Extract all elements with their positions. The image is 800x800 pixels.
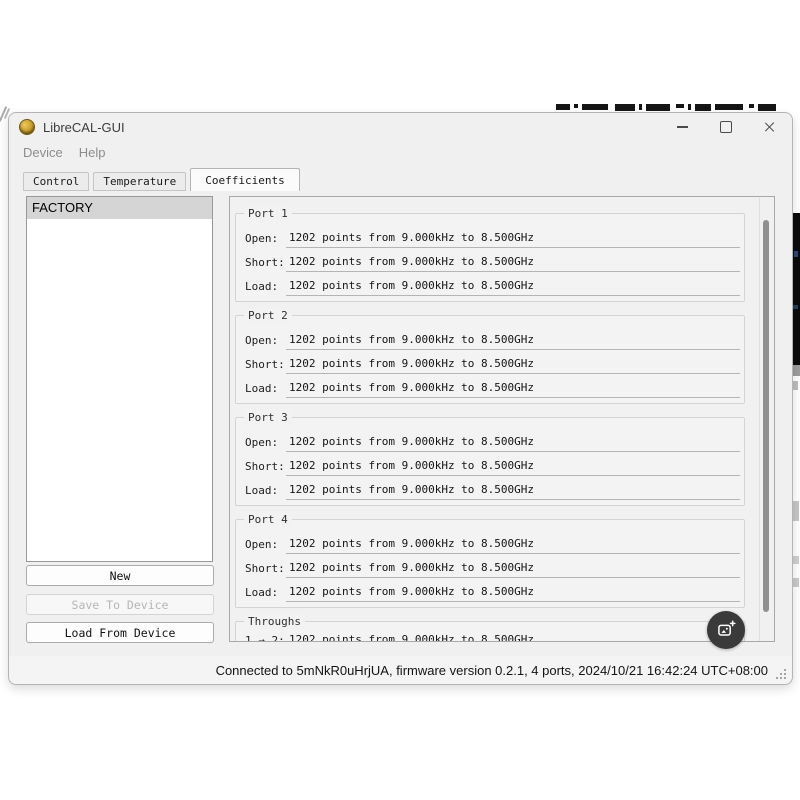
coefficient-value: 1202 points from 9.000kHz to 8.500GHz bbox=[286, 561, 740, 578]
coefficient-value: 1202 points from 9.000kHz to 8.500GHz bbox=[286, 381, 740, 398]
maximize-icon bbox=[720, 121, 732, 133]
coefficient-value: 1202 points from 9.000kHz to 8.500GHz bbox=[286, 483, 740, 500]
coefficient-value: 1202 points from 9.000kHz to 8.500GHz bbox=[286, 435, 740, 452]
tab-coefficients[interactable]: Coefficients bbox=[190, 168, 300, 191]
background-window-artifact bbox=[793, 556, 799, 564]
coefficient-row: Load: 1202 points from 9.000kHz to 8.500… bbox=[240, 476, 740, 500]
coefficient-row: Short: 1202 points from 9.000kHz to 8.50… bbox=[240, 350, 740, 374]
coefficient-row: Load: 1202 points from 9.000kHz to 8.500… bbox=[240, 374, 740, 398]
coefficient-row: Short: 1202 points from 9.000kHz to 8.50… bbox=[240, 554, 740, 578]
close-icon bbox=[764, 121, 776, 133]
group-title: Throughs bbox=[244, 614, 305, 629]
tab-temperature[interactable]: Temperature bbox=[93, 172, 187, 191]
coefficient-row: Open: 1202 points from 9.000kHz to 8.500… bbox=[240, 530, 740, 554]
group-title: Port 1 bbox=[244, 206, 292, 221]
coefficient-value: 1202 points from 9.000kHz to 8.500GHz bbox=[286, 459, 740, 476]
coefficient-label: Short: bbox=[245, 562, 285, 575]
coefficient-label: Short: bbox=[245, 256, 285, 269]
coefficient-row: Short: 1202 points from 9.000kHz to 8.50… bbox=[240, 452, 740, 476]
background-window-artifact bbox=[792, 501, 799, 521]
coefficient-label: Open: bbox=[245, 436, 279, 449]
load-from-device-button[interactable]: Load From Device bbox=[26, 622, 214, 643]
menu-bar: Device Help bbox=[9, 141, 792, 164]
group-port-1: Port 1 Open: 1202 points from 9.000kHz t… bbox=[235, 206, 745, 302]
status-bar: Connected to 5mNkR0uHrjUA, firmware vers… bbox=[9, 656, 792, 684]
vertical-scrollbar[interactable] bbox=[759, 198, 773, 641]
coefficient-label: Load: bbox=[245, 280, 279, 293]
connection-status: Connected to 5mNkR0uHrjUA, firmware vers… bbox=[215, 662, 768, 678]
new-button[interactable]: New bbox=[26, 565, 214, 586]
scrollbar-handle[interactable] bbox=[763, 220, 769, 612]
coefficient-value: 1202 points from 9.000kHz to 8.500GHz bbox=[286, 537, 740, 554]
coefficient-label: Load: bbox=[245, 586, 279, 599]
tab-control[interactable]: Control bbox=[23, 172, 90, 191]
group-title: Port 3 bbox=[244, 410, 292, 425]
background-window-artifact bbox=[792, 578, 799, 587]
minimize-icon bbox=[676, 126, 688, 128]
coefficient-row: Short: 1202 points from 9.000kHz to 8.50… bbox=[240, 248, 740, 272]
coefficient-label: Open: bbox=[245, 538, 279, 551]
close-button[interactable] bbox=[748, 113, 792, 141]
maximize-button[interactable] bbox=[704, 113, 748, 141]
group-port-2: Port 2 Open: 1202 points from 9.000kHz t… bbox=[235, 308, 745, 404]
coefficient-value: 1202 points from 9.000kHz to 8.500GHz bbox=[286, 279, 740, 296]
coefficient-row: Load: 1202 points from 9.000kHz to 8.500… bbox=[240, 578, 740, 602]
coefficients-scroll-area: Port 1 Open: 1202 points from 9.000kHz t… bbox=[229, 196, 775, 642]
add-image-icon bbox=[718, 620, 736, 636]
coefficient-value: 1202 points from 9.000kHz to 8.500GHz bbox=[286, 633, 740, 641]
coefficient-label: Short: bbox=[245, 358, 285, 371]
coefficient-row: Open: 1202 points from 9.000kHz to 8.500… bbox=[240, 428, 740, 452]
coefficient-set-list[interactable]: FACTORY bbox=[26, 196, 213, 562]
desktop-canvas: LibreCAL-GUI Device Help Control Tempera… bbox=[0, 0, 800, 800]
add-image-button[interactable] bbox=[707, 611, 745, 649]
title-bar[interactable]: LibreCAL-GUI bbox=[9, 113, 792, 141]
coefficient-label: Short: bbox=[245, 460, 285, 473]
background-window-artifact bbox=[792, 365, 800, 376]
coefficient-row: Open: 1202 points from 9.000kHz to 8.500… bbox=[240, 326, 740, 350]
coefficient-label: Open: bbox=[245, 232, 279, 245]
save-to-device-button: Save To Device bbox=[26, 594, 214, 615]
coefficient-label: Open: bbox=[245, 334, 279, 347]
app-window: LibreCAL-GUI Device Help Control Tempera… bbox=[8, 112, 793, 685]
menu-help[interactable]: Help bbox=[71, 145, 114, 160]
app-icon bbox=[19, 119, 35, 135]
window-title: LibreCAL-GUI bbox=[43, 119, 125, 135]
group-title: Port 4 bbox=[244, 512, 292, 527]
window-controls bbox=[660, 113, 792, 141]
list-item-factory[interactable]: FACTORY bbox=[27, 197, 212, 219]
coefficient-label: Load: bbox=[245, 382, 279, 395]
coefficient-row: Load: 1202 points from 9.000kHz to 8.500… bbox=[240, 272, 740, 296]
group-throughs: Throughs 1 → 2: 1202 points from 9.000kH… bbox=[235, 614, 745, 642]
coefficient-row: 1 → 2: 1202 points from 9.000kHz to 8.50… bbox=[240, 626, 740, 642]
background-window-artifact bbox=[792, 213, 800, 365]
group-port-3: Port 3 Open: 1202 points from 9.000kHz t… bbox=[235, 410, 745, 506]
coefficient-value: 1202 points from 9.000kHz to 8.500GHz bbox=[286, 231, 740, 248]
group-title: Port 2 bbox=[244, 308, 292, 323]
coefficient-value: 1202 points from 9.000kHz to 8.500GHz bbox=[286, 357, 740, 374]
coefficient-value: 1202 points from 9.000kHz to 8.500GHz bbox=[286, 333, 740, 350]
coefficient-value: 1202 points from 9.000kHz to 8.500GHz bbox=[286, 255, 740, 272]
coefficient-row: Open: 1202 points from 9.000kHz to 8.500… bbox=[240, 224, 740, 248]
group-port-4: Port 4 Open: 1202 points from 9.000kHz t… bbox=[235, 512, 745, 608]
minimize-button[interactable] bbox=[660, 113, 704, 141]
coefficient-label: Load: bbox=[245, 484, 279, 497]
coefficient-label: 1 → 2: bbox=[245, 634, 285, 642]
tab-bar: Control Temperature Coefficients bbox=[23, 168, 300, 191]
coefficient-value: 1202 points from 9.000kHz to 8.500GHz bbox=[286, 585, 740, 602]
menu-device[interactable]: Device bbox=[15, 145, 71, 160]
resize-grip[interactable] bbox=[775, 668, 787, 680]
